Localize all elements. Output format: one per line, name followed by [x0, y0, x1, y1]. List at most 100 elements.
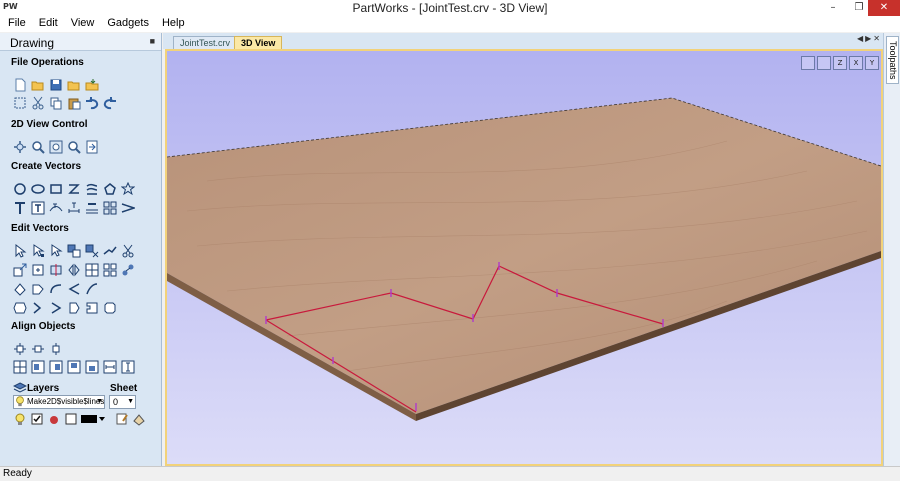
slot-icon[interactable] — [66, 300, 81, 315]
tab-3d-view[interactable]: 3D View — [234, 36, 283, 49]
offset-icon[interactable] — [120, 262, 135, 277]
select-icon[interactable] — [12, 243, 27, 258]
sheet-manager-icon[interactable] — [131, 411, 146, 426]
ellipse-icon[interactable] — [30, 181, 45, 196]
layer-manager-icon[interactable] — [114, 411, 129, 426]
drawing-panel: Drawing ■ File Operations 2D View Contro… — [0, 33, 162, 466]
bulb-icon[interactable] — [12, 411, 27, 426]
iso-view-icon[interactable] — [817, 56, 831, 70]
undo-icon[interactable] — [84, 95, 99, 110]
close-icon[interactable]: ✕ — [868, 0, 900, 16]
align-center-icon[interactable] — [48, 262, 63, 277]
tab-toolpaths[interactable]: Toolpaths — [886, 36, 899, 84]
text-icon[interactable] — [12, 200, 27, 215]
nest-icon[interactable] — [102, 262, 117, 277]
visible-checkbox[interactable] — [29, 411, 44, 426]
import-icon[interactable] — [84, 77, 99, 92]
layer-dropdown[interactable]: Make2D$visible$lines ▼ — [13, 395, 105, 409]
cut-icon[interactable] — [30, 95, 45, 110]
zoom-extents-icon[interactable] — [48, 139, 63, 154]
lock-icon[interactable] — [46, 411, 61, 426]
tbone-icon[interactable] — [30, 300, 45, 315]
pan-icon[interactable] — [12, 139, 27, 154]
zoom-extents-icon[interactable] — [801, 56, 815, 70]
align-bottom-icon[interactable] — [84, 359, 99, 374]
view-x-icon[interactable]: X — [849, 56, 863, 70]
join-icon[interactable] — [102, 243, 117, 258]
dimension-icon[interactable] — [66, 200, 81, 215]
align-horizontal-icon[interactable] — [30, 341, 45, 356]
pin-icon[interactable]: ■ — [150, 36, 155, 46]
tab-navigation[interactable]: ◀▶✕ — [857, 34, 882, 43]
curve-icon[interactable] — [84, 181, 99, 196]
view-z-icon[interactable]: Z — [833, 56, 847, 70]
fillet-icon[interactable] — [120, 200, 135, 215]
align-centers-icon[interactable] — [12, 359, 27, 374]
auto-layout-icon[interactable] — [84, 200, 99, 215]
fillet-corner-icon[interactable] — [48, 300, 63, 315]
mirror-icon[interactable] — [66, 262, 81, 277]
layers-label: Layers — [27, 383, 60, 394]
chamfer-icon[interactable] — [102, 300, 117, 315]
smooth-icon[interactable] — [48, 281, 63, 296]
transform-icon[interactable] — [48, 243, 63, 258]
section-2d-view-control: 2D View Control — [11, 119, 88, 130]
curve-fit-icon[interactable] — [30, 281, 45, 296]
view-y-icon[interactable]: Y — [865, 56, 879, 70]
redo-icon[interactable] — [102, 95, 117, 110]
bulb-icon — [14, 396, 26, 407]
menu-file[interactable]: File — [0, 16, 31, 29]
notch-icon[interactable] — [84, 300, 99, 315]
tab-jointtest[interactable]: JointTest.crv — [173, 36, 238, 49]
zoom-box-icon[interactable] — [66, 139, 81, 154]
save-icon[interactable] — [48, 77, 63, 92]
text-frame-icon[interactable] — [30, 200, 45, 215]
view-toggle-icon[interactable] — [84, 139, 99, 154]
scale-icon[interactable] — [12, 262, 27, 277]
open-file-icon[interactable] — [30, 77, 45, 92]
minimize-icon[interactable]: – — [820, 0, 846, 16]
align-top-icon[interactable] — [66, 359, 81, 374]
align-vertical-icon[interactable] — [48, 341, 63, 356]
align-right-icon[interactable] — [48, 359, 63, 374]
section-align-objects: Align Objects — [11, 321, 76, 332]
3d-viewport[interactable]: Z X Y — [165, 49, 883, 466]
boolean-icon[interactable] — [12, 281, 27, 296]
angle-icon[interactable] — [66, 281, 81, 296]
view-toolbar: Z X Y — [801, 56, 879, 70]
distribute-vertical-icon[interactable] — [120, 359, 135, 374]
scissors-icon[interactable] — [120, 243, 135, 258]
color-dropdown[interactable] — [80, 411, 106, 426]
corner-icon[interactable] — [84, 281, 99, 296]
text-on-curve-icon[interactable] — [48, 200, 63, 215]
distribute-horizontal-icon[interactable] — [102, 359, 117, 374]
open-folder-icon[interactable] — [66, 77, 81, 92]
menu-gadgets[interactable]: Gadgets — [99, 16, 154, 29]
paste-icon[interactable] — [66, 95, 81, 110]
3d-scene[interactable] — [167, 51, 881, 464]
polyline-icon[interactable] — [66, 181, 81, 196]
star-icon[interactable] — [120, 181, 135, 196]
new-file-icon[interactable] — [12, 77, 27, 92]
node-edit-icon[interactable] — [30, 243, 45, 258]
weld-icon[interactable] — [84, 262, 99, 277]
copy-icon[interactable] — [48, 95, 63, 110]
circle-icon[interactable] — [12, 181, 27, 196]
select-all-icon[interactable] — [12, 95, 27, 110]
toolpaths-panel: Toolpaths — [883, 33, 900, 466]
group-icon[interactable] — [66, 243, 81, 258]
align-center-page-icon[interactable] — [12, 341, 27, 356]
menu-edit[interactable]: Edit — [31, 16, 63, 29]
dogbone-icon[interactable] — [12, 300, 27, 315]
move-icon[interactable] — [30, 262, 45, 277]
color-swatch-white[interactable] — [63, 411, 78, 426]
zoom-icon[interactable] — [30, 139, 45, 154]
align-left-icon[interactable] — [30, 359, 45, 374]
polygon-icon[interactable] — [102, 181, 117, 196]
sheet-dropdown[interactable]: 0 ▼ — [109, 395, 136, 409]
array-icon[interactable] — [102, 200, 117, 215]
rectangle-icon[interactable] — [48, 181, 63, 196]
ungroup-icon[interactable] — [84, 243, 99, 258]
menu-help[interactable]: Help — [154, 16, 190, 29]
menu-view[interactable]: View — [63, 16, 100, 29]
